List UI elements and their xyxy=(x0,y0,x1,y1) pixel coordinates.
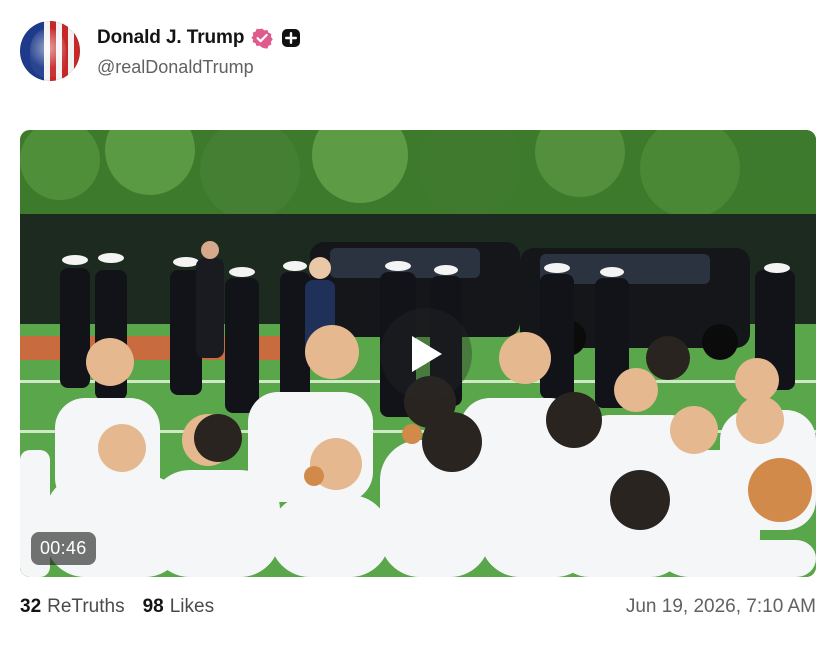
display-name[interactable]: Donald J. Trump xyxy=(97,27,244,49)
verified-badge-icon xyxy=(251,27,274,49)
video-duration: 00:46 xyxy=(31,532,96,565)
post-footer: 32 ReTruths 98 Likes Jun 19, 2026, 7:10 … xyxy=(20,590,816,624)
retruths-count: 32 xyxy=(20,596,42,617)
likes-count: 98 xyxy=(142,596,164,617)
post-timestamp[interactable]: Jun 19, 2026, 7:10 AM xyxy=(626,596,816,618)
plus-icon[interactable] xyxy=(281,28,301,48)
post-header: Donald J. Trump @realDonaldTrump xyxy=(20,20,301,82)
likes-stat[interactable]: 98 Likes xyxy=(143,596,215,618)
play-button[interactable] xyxy=(380,308,472,400)
handle[interactable]: @realDonaldTrump xyxy=(97,57,301,78)
retruths-stat[interactable]: 32 ReTruths xyxy=(20,596,125,618)
avatar-face xyxy=(30,29,66,77)
likes-label: Likes xyxy=(169,596,215,617)
name-row: Donald J. Trump xyxy=(97,25,301,51)
author-info: Donald J. Trump @realDonaldTrump xyxy=(97,25,301,78)
video-player[interactable]: 00:46 xyxy=(20,130,816,577)
play-icon xyxy=(412,336,442,372)
avatar[interactable] xyxy=(20,21,80,81)
retruths-label: ReTruths xyxy=(47,596,125,617)
